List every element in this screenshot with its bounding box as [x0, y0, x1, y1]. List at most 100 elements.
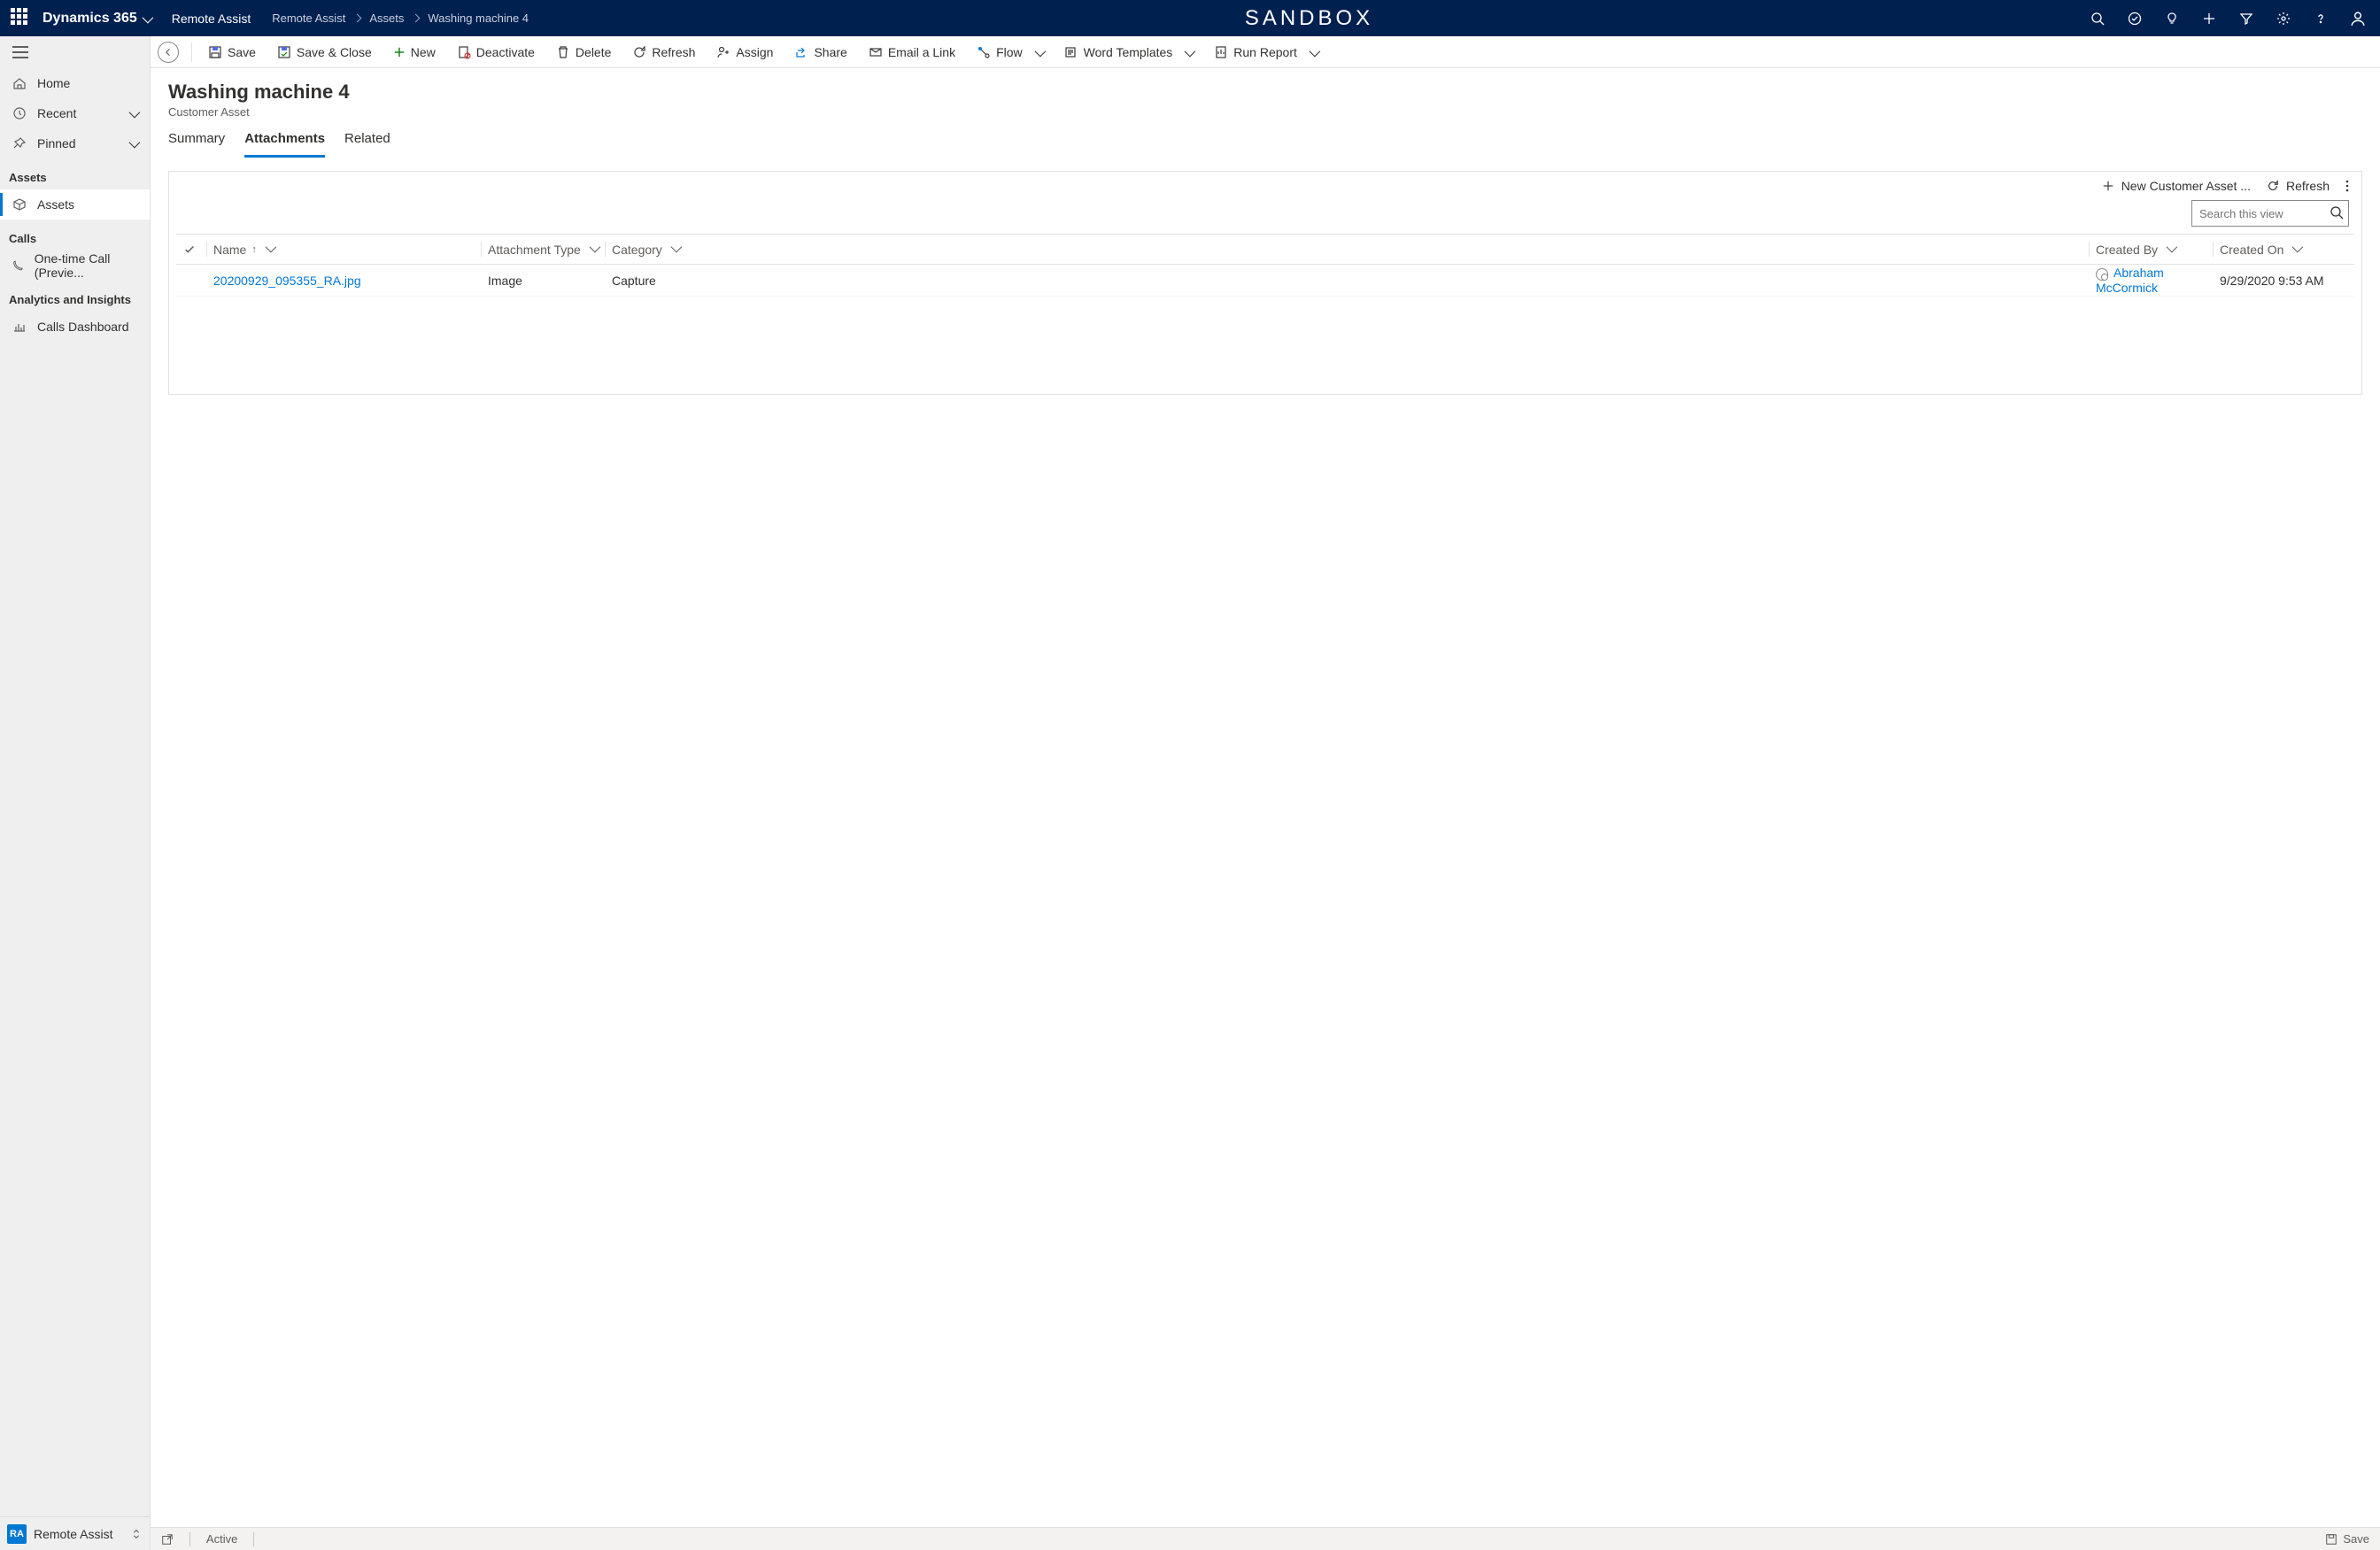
- refresh-button[interactable]: Refresh: [623, 36, 704, 67]
- save-button[interactable]: Save: [199, 36, 265, 67]
- col-created-by[interactable]: Created By: [2089, 235, 2213, 265]
- chevron-down-icon[interactable]: [2292, 244, 2300, 255]
- panel-refresh-button[interactable]: Refresh: [2267, 179, 2330, 193]
- filter-icon[interactable]: [2238, 11, 2254, 27]
- share-button[interactable]: Share: [785, 36, 855, 67]
- content-spacer: [151, 407, 2380, 1527]
- topbar-actions: [2090, 11, 2366, 27]
- email-link-button[interactable]: Email a Link: [860, 36, 964, 67]
- add-icon[interactable]: [2201, 11, 2217, 27]
- delete-button[interactable]: Delete: [547, 36, 620, 67]
- task-icon[interactable]: [2127, 11, 2143, 27]
- assign-button[interactable]: Assign: [707, 36, 782, 67]
- chevron-down-icon[interactable]: [2167, 244, 2175, 255]
- flow-icon: [977, 45, 991, 59]
- gear-icon[interactable]: [2276, 11, 2291, 27]
- nav-collapse-button[interactable]: [0, 36, 150, 68]
- plus-icon: [393, 46, 406, 58]
- refresh-label: Refresh: [652, 45, 695, 59]
- lightbulb-icon[interactable]: [2164, 11, 2180, 27]
- chevron-down-icon[interactable]: [1185, 45, 1193, 59]
- attachment-link[interactable]: 20200929_095355_RA.jpg: [213, 274, 361, 288]
- chevron-down-icon[interactable]: [129, 136, 137, 150]
- refresh-icon: [632, 45, 646, 59]
- environment-label: SANDBOX: [529, 6, 2090, 31]
- more-vertical-icon: [2345, 179, 2349, 193]
- chevron-down-icon[interactable]: [129, 106, 137, 120]
- brand-chevron-icon[interactable]: [143, 12, 151, 26]
- nav-recent-label: Recent: [37, 106, 76, 120]
- nav-group-analytics: Analytics and Insights: [0, 281, 150, 312]
- col-created-by-label: Created By: [2096, 243, 2158, 257]
- nav-onetime-call[interactable]: One-time Call (Previe...: [0, 251, 150, 281]
- tab-related[interactable]: Related: [344, 131, 390, 158]
- go-back-button[interactable]: [158, 42, 179, 63]
- col-attachment-type[interactable]: Attachment Type: [481, 235, 605, 265]
- statusbar-save-button[interactable]: Save: [2325, 1532, 2369, 1546]
- deactivate-button[interactable]: Deactivate: [448, 36, 544, 67]
- command-bar: Save Save & Close New Deactivate Delete …: [151, 36, 2380, 68]
- chevron-down-icon[interactable]: [671, 244, 679, 255]
- search-icon[interactable]: [2330, 205, 2344, 220]
- col-attachment-type-label: Attachment Type: [488, 243, 581, 257]
- save-close-icon: [277, 45, 291, 59]
- chevron-down-icon[interactable]: [1035, 45, 1043, 59]
- refresh-icon: [2267, 180, 2279, 192]
- chart-icon: [12, 320, 27, 334]
- user-icon[interactable]: [2350, 11, 2366, 27]
- popout-icon[interactable]: [161, 1533, 174, 1546]
- chevron-down-icon[interactable]: [1310, 45, 1318, 59]
- save-icon: [2325, 1533, 2338, 1546]
- updown-icon[interactable]: [130, 1528, 143, 1540]
- breadcrumb-2[interactable]: Washing machine 4: [428, 12, 529, 25]
- help-icon[interactable]: [2313, 11, 2329, 27]
- breadcrumb-1[interactable]: Assets: [369, 12, 404, 25]
- check-icon: [183, 243, 196, 256]
- app-launcher-icon[interactable]: [11, 8, 32, 29]
- col-name[interactable]: Name↑: [206, 235, 481, 265]
- col-created-on-label: Created On: [2220, 243, 2283, 257]
- nav-group-assets: Assets: [0, 158, 150, 189]
- search-input[interactable]: [2191, 200, 2349, 227]
- breadcrumb-0[interactable]: Remote Assist: [272, 12, 345, 25]
- search-icon[interactable]: [2090, 11, 2106, 27]
- run-report-button[interactable]: Run Report: [1205, 36, 1326, 67]
- nav-home-label: Home: [37, 76, 70, 90]
- chevron-down-icon[interactable]: [590, 244, 598, 255]
- table-row[interactable]: 20200929_095355_RA.jpg Image Capture Abr…: [176, 265, 2354, 297]
- col-select[interactable]: [176, 235, 206, 265]
- nav-home[interactable]: Home: [0, 68, 150, 98]
- panel-spacer: [169, 297, 2361, 394]
- chevron-down-icon[interactable]: [266, 244, 274, 255]
- app-name-label[interactable]: Remote Assist: [172, 12, 251, 26]
- new-attachment-button[interactable]: New Customer Asset ...: [2102, 179, 2251, 193]
- panel-more-button[interactable]: [2345, 179, 2349, 193]
- tab-attachments[interactable]: Attachments: [244, 131, 325, 158]
- attachments-panel: New Customer Asset ... Refresh: [168, 171, 2362, 395]
- word-icon: [1064, 45, 1078, 59]
- phone-icon: [12, 258, 24, 273]
- nav-assets[interactable]: Assets: [0, 189, 150, 220]
- share-icon: [794, 45, 808, 59]
- statusbar-save-label: Save: [2343, 1532, 2369, 1546]
- nav-pinned[interactable]: Pinned: [0, 128, 150, 158]
- separator: [253, 1532, 254, 1546]
- mail-icon: [869, 45, 883, 59]
- area-switcher[interactable]: RA Remote Assist: [0, 1516, 150, 1550]
- flow-button[interactable]: Flow: [968, 36, 1052, 67]
- new-label: New: [411, 45, 436, 59]
- col-name-label: Name: [213, 243, 246, 257]
- trash-icon: [556, 45, 570, 59]
- new-button[interactable]: New: [384, 36, 444, 67]
- brand-label[interactable]: Dynamics 365: [42, 11, 137, 27]
- col-created-on[interactable]: Created On: [2213, 235, 2354, 265]
- save-close-button[interactable]: Save & Close: [268, 36, 381, 67]
- nav-calls-dashboard[interactable]: Calls Dashboard: [0, 312, 150, 342]
- email-link-label: Email a Link: [888, 45, 955, 59]
- share-label: Share: [814, 45, 846, 59]
- nav-recent[interactable]: Recent: [0, 98, 150, 128]
- word-templates-button[interactable]: Word Templates: [1055, 36, 1202, 67]
- tab-summary[interactable]: Summary: [168, 131, 225, 158]
- col-category[interactable]: Category: [605, 235, 2089, 265]
- row-select-cell[interactable]: [176, 265, 206, 297]
